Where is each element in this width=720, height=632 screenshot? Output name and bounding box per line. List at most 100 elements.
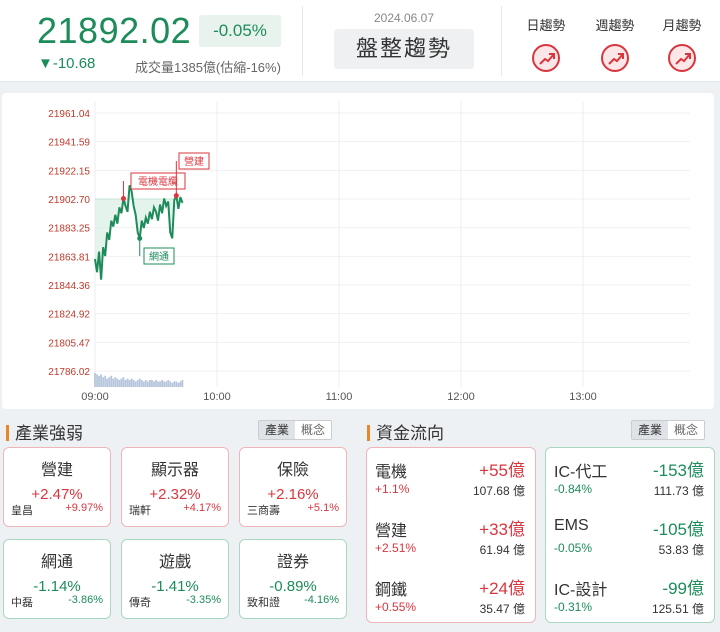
industry-name: 網通 bbox=[40, 554, 73, 571]
flow-amount: -153億 bbox=[652, 461, 704, 480]
flow-row[interactable]: 營建 +33億 +2.51% 61.94 億 bbox=[367, 515, 535, 573]
flow-amount: +24億 bbox=[479, 579, 525, 598]
leading-stock: 中磊 bbox=[11, 597, 33, 609]
flow-row[interactable]: 電機 +55億 +1.1% 107.68 億 bbox=[367, 456, 535, 514]
monthly-trend-label: 月趨勢 bbox=[662, 18, 702, 33]
index-change-percent: -0.05% bbox=[199, 15, 281, 47]
fund-flow-title: 資金流向 bbox=[367, 419, 444, 444]
flow-toggle: 產業 概念 bbox=[631, 420, 706, 440]
flow-amount: +55億 bbox=[479, 461, 525, 480]
flow-value: 53.83 億 bbox=[658, 543, 704, 557]
concept-tab[interactable]: 概念 bbox=[668, 421, 704, 439]
industry-name: 證券 bbox=[276, 554, 309, 571]
annotation-marker bbox=[173, 193, 179, 199]
flow-row[interactable]: IC-設計 -99億 -0.31% 125.51 億 bbox=[546, 574, 714, 632]
volume-bar bbox=[181, 380, 184, 387]
industry-name: 遊戲 bbox=[158, 554, 191, 571]
flow-percent: -0.31% bbox=[554, 600, 593, 614]
volume-bar bbox=[179, 381, 182, 387]
industry-card[interactable]: 證券 -0.89% 致和證 -4.16% bbox=[239, 539, 347, 619]
volume-bar bbox=[173, 381, 176, 387]
y-tick-label: 21844.36 bbox=[48, 281, 90, 292]
volume-bar bbox=[153, 381, 155, 387]
volume-bar bbox=[157, 381, 159, 387]
industry-tab[interactable]: 產業 bbox=[259, 421, 296, 439]
y-tick-label: 21824.92 bbox=[48, 310, 90, 321]
volume-bar bbox=[128, 380, 131, 387]
flow-percent: +0.55% bbox=[375, 600, 417, 614]
trend-status: 盤整趨勢 bbox=[334, 29, 474, 69]
industry-name: 保險 bbox=[276, 462, 309, 479]
weekly-trend-label: 週趨勢 bbox=[595, 18, 635, 33]
volume-bar bbox=[140, 380, 143, 387]
header-divider bbox=[302, 6, 303, 76]
y-tick-label: 21786.02 bbox=[48, 367, 90, 378]
trend-up-icon bbox=[668, 44, 696, 72]
volume-bar bbox=[177, 382, 180, 387]
volume-bar bbox=[110, 375, 113, 387]
volume-bar bbox=[146, 381, 149, 387]
trade-date: 2024.06.07 bbox=[373, 11, 435, 25]
concept-tab[interactable]: 概念 bbox=[295, 421, 331, 439]
flow-row[interactable]: 鋼鐵 +24億 +0.55% 35.47 億 bbox=[367, 574, 535, 632]
annotation-marker bbox=[120, 196, 126, 202]
intraday-chart-panel: 21961.04 21941.59 21922.15 21902.70 21883.25… bbox=[2, 93, 714, 409]
index-header: 21892.02 -0.05% ▼-10.68 成交量1385億(估縮-16%)… bbox=[0, 0, 720, 82]
volume-bar bbox=[120, 378, 123, 387]
industry-name: 顯示器 bbox=[150, 462, 199, 479]
flow-industry-name: 電機 bbox=[375, 464, 408, 481]
flow-row[interactable]: EMS -105億 -0.05% 53.83 億 bbox=[546, 515, 714, 573]
flow-amount: -105億 bbox=[652, 520, 704, 539]
volume-bar bbox=[104, 375, 107, 387]
intraday-chart[interactable]: 21961.04 21941.59 21922.15 21902.70 21883.25… bbox=[2, 93, 714, 409]
flow-percent: +2.51% bbox=[375, 541, 417, 555]
volume-bar bbox=[169, 381, 172, 387]
leading-stock-percent: +9.97% bbox=[65, 502, 103, 514]
volume-bar bbox=[134, 381, 137, 387]
volume-bar bbox=[116, 378, 119, 387]
daily-trend-button[interactable]: 日趨勢 bbox=[516, 15, 576, 72]
annotation-label: 網通 bbox=[149, 250, 169, 263]
volume-bar bbox=[130, 378, 133, 387]
industry-percent: +2.47% bbox=[31, 486, 83, 503]
volume-bar bbox=[94, 373, 96, 387]
volume-bar bbox=[96, 374, 98, 387]
volume-bar bbox=[136, 380, 139, 387]
industry-card[interactable]: 遊戲 -1.41% 傳奇 -3.35% bbox=[121, 539, 229, 619]
industry-card[interactable]: 保險 +2.16% 三商壽 +5.1% bbox=[239, 447, 347, 527]
weekly-trend-button[interactable]: 週趨勢 bbox=[585, 15, 645, 72]
inflow-panel: 電機 +55億 +1.1% 107.68 億 營建 +33億 +2.51% 61… bbox=[366, 447, 536, 623]
header-divider bbox=[501, 6, 502, 76]
volume-bar bbox=[114, 377, 117, 387]
volume-bar bbox=[124, 380, 127, 387]
annotation-label: 營建 bbox=[184, 155, 204, 168]
industry-percent: +2.32% bbox=[149, 486, 201, 503]
x-tick-label: 12:00 bbox=[447, 391, 475, 403]
industry-card[interactable]: 顯示器 +2.32% 瑞軒 +4.17% bbox=[121, 447, 229, 527]
flow-amount: -99億 bbox=[662, 579, 704, 598]
y-tick-label: 21883.25 bbox=[48, 224, 90, 235]
monthly-trend-button[interactable]: 月趨勢 bbox=[652, 15, 712, 72]
industry-card[interactable]: 網通 -1.14% 中磊 -3.86% bbox=[3, 539, 111, 619]
flow-value: 107.68 億 bbox=[472, 484, 525, 498]
y-tick-label: 21863.81 bbox=[48, 252, 90, 263]
leading-stock-percent: -3.35% bbox=[186, 594, 221, 606]
volume-bar bbox=[159, 381, 161, 387]
industry-percent: +2.16% bbox=[267, 486, 319, 503]
volume-bar bbox=[138, 378, 141, 387]
flow-value: 61.94 億 bbox=[479, 543, 525, 557]
volume-bar bbox=[118, 380, 121, 387]
industry-card[interactable]: 營建 +2.47% 皇昌 +9.97% bbox=[3, 447, 111, 527]
volume-bar bbox=[144, 380, 147, 387]
volume-bar bbox=[122, 377, 125, 387]
flow-percent: +1.1% bbox=[375, 482, 410, 496]
volume-bar bbox=[171, 382, 174, 387]
flow-row[interactable]: IC-代工 -153億 -0.84% 111.73 億 bbox=[546, 456, 714, 514]
volume-bar bbox=[132, 380, 135, 387]
industry-tab[interactable]: 產業 bbox=[632, 421, 669, 439]
x-tick-label: 10:00 bbox=[203, 391, 231, 403]
leading-stock-percent: -4.16% bbox=[304, 594, 339, 606]
volume-bar bbox=[102, 377, 105, 387]
trend-up-icon bbox=[601, 44, 629, 72]
industry-strength-title: 產業強弱 bbox=[6, 419, 83, 444]
